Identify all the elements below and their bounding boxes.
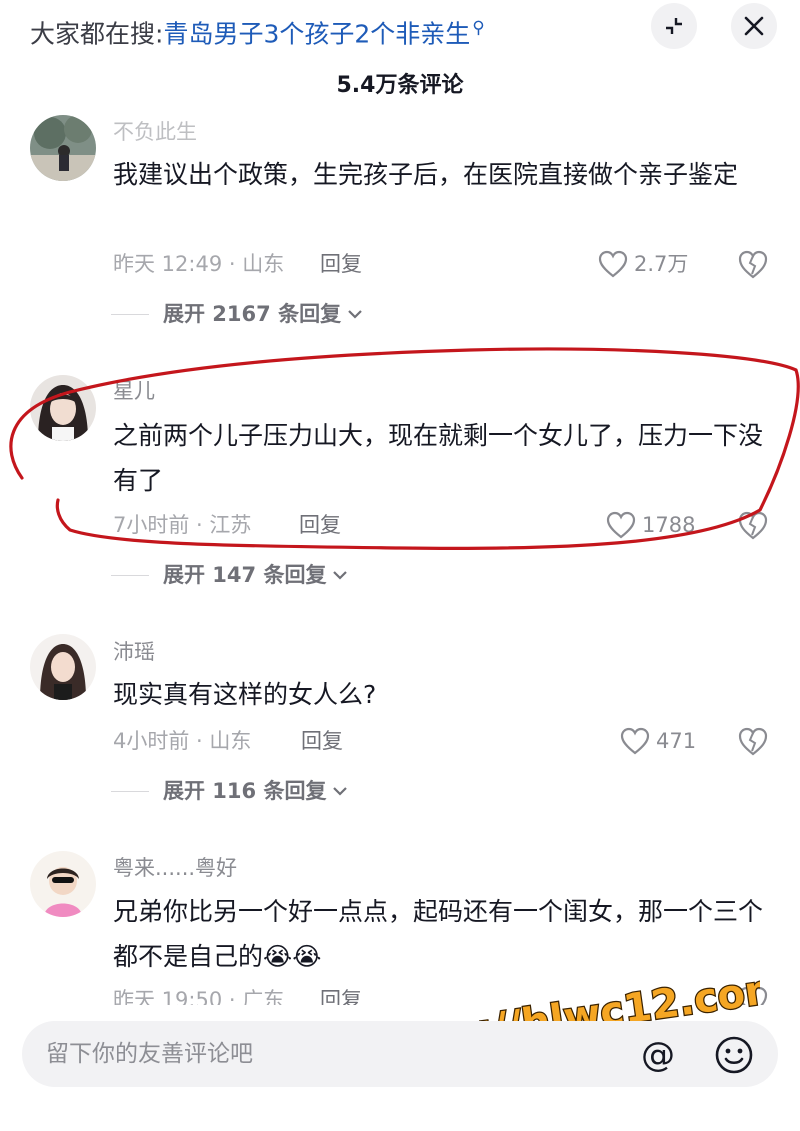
- close-icon: [744, 16, 764, 36]
- like-count: 2.7万: [634, 252, 689, 276]
- comment-meta: 4小时前 · 山东: [113, 729, 252, 753]
- heart-icon: [620, 727, 650, 755]
- avatar[interactable]: [30, 634, 96, 700]
- comment-meta: 昨天 19:50 · 广东: [113, 988, 285, 1005]
- shrink-button[interactable]: [651, 3, 697, 49]
- like-button[interactable]: 2.7万: [598, 249, 688, 279]
- like-count: 471: [656, 729, 697, 753]
- reply-button[interactable]: 回复: [320, 985, 362, 1005]
- dislike-button[interactable]: [737, 510, 769, 540]
- divider-line: [111, 313, 149, 315]
- broken-heart-icon: [738, 986, 768, 1005]
- close-button[interactable]: [731, 3, 777, 49]
- chevron-down-icon: [333, 571, 348, 580]
- comment-username[interactable]: 沛瑶: [113, 638, 155, 666]
- comment-count-title: 5.4万条评论: [336, 73, 464, 98]
- chevron-down-icon: [348, 310, 362, 319]
- expand-replies-button[interactable]: 展开 147 条回复: [111, 560, 348, 590]
- comment-input-bar[interactable]: 留下你的友善评论吧 @: [22, 1021, 778, 1087]
- comment-text[interactable]: 现实真有这样的女人么?: [113, 672, 773, 717]
- avatar[interactable]: [30, 851, 96, 917]
- trending-search-hint[interactable]: 大家都在搜:青岛男子3个孩子2个非亲生 ⚲: [30, 10, 485, 52]
- expand-replies-label: 展开 147 条回复: [163, 563, 327, 587]
- dislike-button[interactable]: [737, 726, 769, 756]
- divider-line: [111, 574, 149, 576]
- expand-replies-button[interactable]: 展开 2167 条回复: [111, 299, 363, 329]
- comment-text[interactable]: 我建议出个政策，生完孩子后，在医院直接做个亲子鉴定: [113, 152, 773, 197]
- trending-search-label: 大家都在搜:: [30, 19, 164, 49]
- avatar[interactable]: [30, 115, 96, 181]
- reply-button[interactable]: 回复: [299, 510, 341, 540]
- emoji-icon: [715, 1036, 753, 1074]
- comment-username[interactable]: 星儿: [113, 377, 155, 405]
- like-count: 1788: [642, 513, 696, 537]
- dislike-button[interactable]: [737, 985, 769, 1005]
- broken-heart-icon: [738, 250, 768, 279]
- broken-heart-icon: [738, 511, 768, 540]
- like-button[interactable]: 471: [620, 726, 696, 756]
- top-bar: 大家都在搜:青岛男子3个孩子2个非亲生 ⚲: [0, 0, 800, 56]
- reply-button[interactable]: 回复: [320, 249, 362, 279]
- dislike-button[interactable]: [737, 249, 769, 279]
- trending-search-query[interactable]: 青岛男子3个孩子2个非亲生: [163, 19, 470, 48]
- comment-username[interactable]: 不负此生: [113, 118, 197, 146]
- expand-replies-label: 展开 2167 条回复: [163, 302, 342, 326]
- search-icon: ⚲: [472, 18, 485, 38]
- mention-button[interactable]: @: [636, 1033, 680, 1077]
- comment-meta: 7小时前 · 江苏: [113, 513, 252, 537]
- emoji-button[interactable]: [712, 1033, 756, 1077]
- comment-text[interactable]: 兄弟你比另一个好一点点，起码还有一个闺女，那一个三个都不是自己的😭😭: [113, 889, 773, 979]
- broken-heart-icon: [738, 727, 768, 756]
- heart-icon: [598, 250, 628, 278]
- heart-icon: [606, 511, 636, 539]
- expand-replies-button[interactable]: 展开 116 条回复: [111, 776, 348, 806]
- like-button[interactable]: 1788: [606, 510, 695, 540]
- reply-button[interactable]: 回复: [301, 726, 343, 756]
- comment-username[interactable]: 粤来......粤好: [113, 854, 237, 882]
- chevron-down-icon: [333, 787, 348, 796]
- comment-text[interactable]: 之前两个儿子压力山大，现在就剩一个女儿了，压力一下没有了: [113, 413, 773, 503]
- avatar[interactable]: [30, 375, 96, 441]
- divider-line: [111, 790, 149, 792]
- comment-input-placeholder[interactable]: 留下你的友善评论吧: [46, 1038, 253, 1070]
- shrink-icon: [666, 18, 682, 34]
- expand-replies-label: 展开 116 条回复: [163, 779, 327, 803]
- comment-meta: 昨天 12:49 · 山东: [113, 252, 285, 276]
